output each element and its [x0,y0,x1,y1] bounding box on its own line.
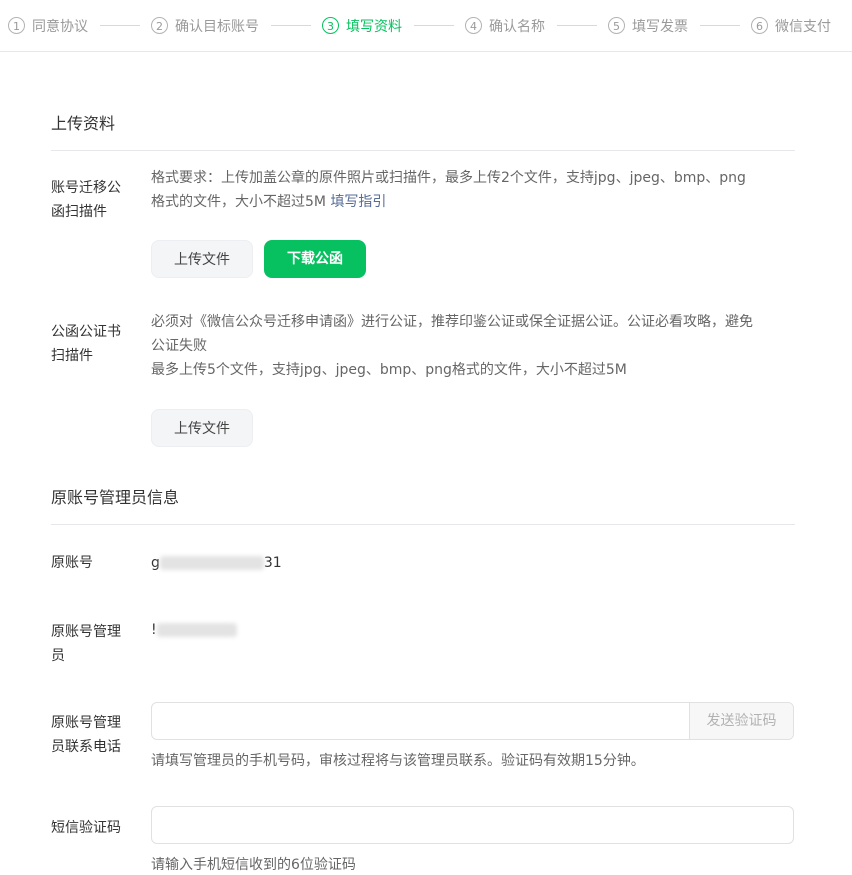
send-code-button[interactable]: 发送验证码 [689,703,793,739]
step-number: 5 [608,17,625,34]
step-number: 3 [322,17,339,34]
step-progress-bar: 1 同意协议 2 确认目标账号 3 填写资料 4 确认名称 5 填写发票 6 微… [0,0,852,52]
original-admin-label: 原账号管理 员 [51,624,121,664]
step-number: 1 [8,17,25,34]
step-separator [100,25,140,26]
sms-code-input[interactable] [151,806,794,844]
step-separator [271,25,311,26]
step-label: 微信支付 [775,18,831,35]
sms-code-hint: 请输入手机短信收到的6位验证码 [151,857,356,873]
letter-scan-label: 账号迁移公 函扫描件 [51,180,121,220]
step-4: 4 确认名称 [465,16,545,36]
step-5: 5 填写发票 [608,16,688,36]
download-letter-button[interactable]: 下载公函 [264,240,366,278]
original-admin-value: ! [151,622,237,638]
step-number: 4 [465,17,482,34]
step-label: 填写发票 [632,18,688,35]
step-2: 2 确认目标账号 [151,16,259,36]
step-6: 6 微信支付 [751,16,831,36]
original-account-value: g 31 [151,555,282,571]
step-number: 2 [151,17,168,34]
step-label: 确认名称 [489,18,545,35]
admin-phone-input[interactable]: 发送验证码 [151,702,794,740]
admin-phone-label: 原账号管理 员联系电话 [51,715,121,755]
step-1: 1 同意协议 [8,16,88,36]
step-3-current: 3 填写资料 [322,16,402,36]
step-separator [414,25,454,26]
step-separator [557,25,597,26]
section-divider [51,150,795,151]
admin-phone-hint: 请填写管理员的手机号码，审核过程将与该管理员联系。验证码有效期15分钟。 [151,753,645,769]
redacted-mask [159,556,264,570]
notary-scan-label: 公函公证书 扫描件 [51,324,121,364]
step-number: 6 [751,17,768,34]
sms-code-label: 短信验证码 [51,820,121,836]
guide-link[interactable]: 填写指引 [330,194,386,210]
step-separator [700,25,740,26]
step-label: 确认目标账号 [175,18,259,35]
notary-description: 必须对《微信公众号迁移申请函》进行公证，推荐印鉴公证或保全证据公证。公证必看攻略… [151,314,753,378]
step-label: 同意协议 [32,18,88,35]
section-divider [51,524,795,525]
upload-notary-button[interactable]: 上传文件 [151,409,253,447]
step-label: 填写资料 [346,18,402,35]
letter-format-description: 格式要求：上传加盖公章的原件照片或扫描件，最多上传2个文件，支持jpg、jpeg… [151,170,746,210]
redacted-mask [156,623,237,637]
original-account-label: 原账号 [51,555,93,571]
admin-section-title: 原账号管理员信息 [51,488,180,507]
upload-section-title: 上传资料 [51,114,116,133]
upload-letter-button[interactable]: 上传文件 [151,240,253,278]
